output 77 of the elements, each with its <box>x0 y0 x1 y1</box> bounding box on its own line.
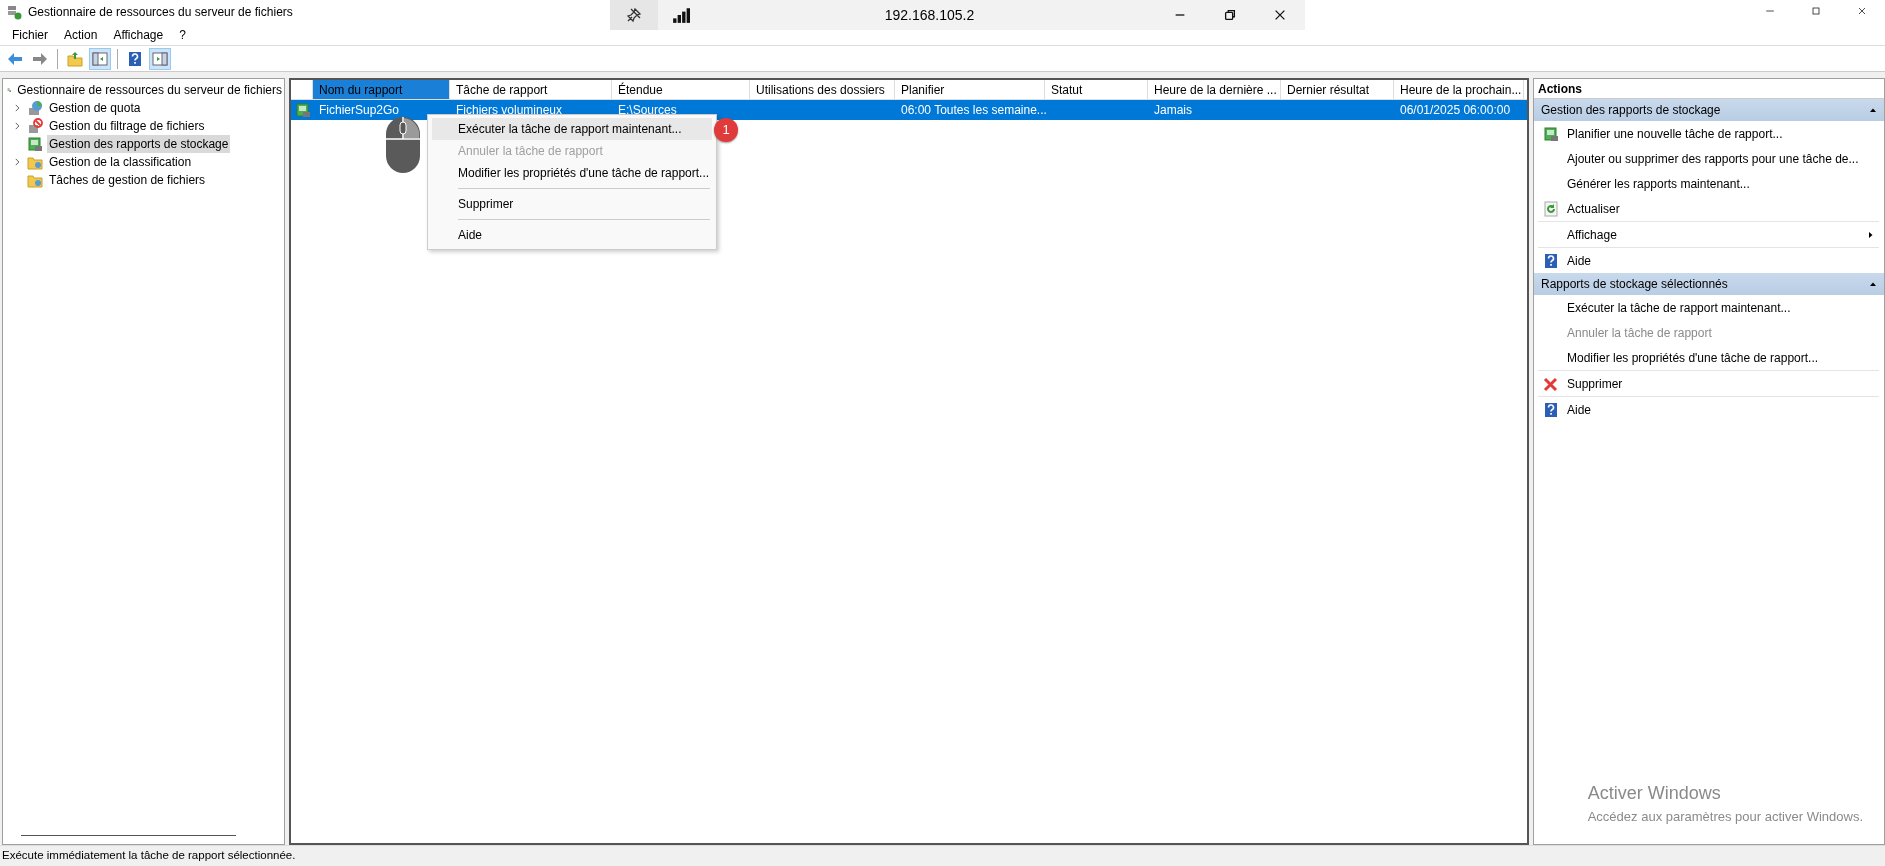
action-link[interactable]: Ajouter ou supprimer des rapports pour une tâche de... <box>1567 149 1879 168</box>
action-link[interactable]: Aide <box>1567 251 1879 270</box>
table-row[interactable]: FichierSup2Go Fichiers volumineux E:\Sources 06:00 Toutes les semaine... Jamais 06/01/2025 06:00:00 <box>291 100 1527 120</box>
action-link: Annuler la tâche de rapport <box>1567 324 1713 342</box>
section-header[interactable]: Rapports de stockage sélectionnés <box>1534 273 1884 295</box>
tree-item[interactable]: Tâches de gestion de fichiers <box>47 171 208 189</box>
chevron-right-icon <box>12 157 22 167</box>
pin-button[interactable] <box>610 0 658 30</box>
menu-item[interactable]: Exécuter la tâche de rapport maintenant... <box>432 118 712 140</box>
menu-item[interactable]: Action <box>56 25 106 44</box>
menu-item[interactable]: ? <box>171 25 194 44</box>
action-link[interactable]: Aide <box>1567 400 1879 419</box>
action-link[interactable]: Modifier les propriétés d'une tâche de rapport... <box>1567 348 1879 367</box>
report-icon <box>1543 125 1559 142</box>
folder-up-icon <box>67 50 83 67</box>
toolbar-button[interactable] <box>149 47 171 70</box>
help-icon <box>127 50 143 67</box>
report-icon <box>295 102 311 118</box>
action-link[interactable]: Générer les rapports maintenant... <box>1567 174 1879 193</box>
column-header[interactable]: Étendue <box>612 80 750 99</box>
menu-item[interactable]: Modifier les propriétés d'une tâche de rapport... <box>432 162 712 184</box>
action-link[interactable]: Supprimer <box>1567 374 1879 393</box>
activation-text: Accédez aux paramètres pour activer Windows. <box>1587 807 1863 826</box>
pane-icon <box>152 50 168 67</box>
mouse-icon <box>385 116 421 174</box>
forward-arrow-icon <box>32 50 48 67</box>
quota-pie-icon <box>27 100 43 116</box>
column-header[interactable]: Nom du rapport <box>313 80 450 99</box>
table-cell-text: Fichiers volumineux <box>456 102 563 119</box>
action-link[interactable]: Exécuter la tâche de rapport maintenant... <box>1567 298 1879 317</box>
refresh-icon <box>1543 200 1559 217</box>
column-header[interactable]: Dernier résultat <box>1281 80 1394 99</box>
table-cell-text: FichierSup2Go <box>319 102 400 119</box>
folder-icon <box>27 154 43 170</box>
menu-item: Annuler la tâche de rapport <box>457 143 604 160</box>
ip-address: 192.168.105.2 <box>883 5 976 25</box>
pane-icon <box>92 50 108 67</box>
column-header[interactable]: Statut <box>1045 80 1148 99</box>
tree-item[interactable]: Gestion de quota <box>47 99 143 117</box>
close-icon <box>1856 5 1868 17</box>
tree-item[interactable]: Gestion du filtrage de fichiers <box>47 117 207 135</box>
column-header[interactable]: Tâche de rapport <box>450 80 612 99</box>
column-header[interactable]: Utilisations des dossiers <box>750 80 895 99</box>
section-header[interactable]: Gestion des rapports de stockage <box>1534 99 1884 121</box>
tree-item[interactable]: Gestion des rapports de stockage <box>47 135 231 153</box>
table-cell-text: E:\Sources <box>618 102 677 119</box>
folder-icon <box>27 172 43 188</box>
window-title: Gestionnaire de ressources du serveur de fichiers <box>28 4 293 21</box>
tree-item[interactable]: Gestion de la classification <box>47 153 194 171</box>
column-header[interactable]: Heure de la dernière ... <box>1148 80 1281 99</box>
menu-item[interactable]: Affichage <box>105 25 172 44</box>
status-text: Exécute immédiatement la tâche de rapport sélectionnée. <box>2 848 296 864</box>
report-icon <box>27 136 43 152</box>
delete-icon <box>1543 375 1559 392</box>
column-header[interactable]: Heure de la prochain... <box>1394 80 1524 99</box>
menu-item[interactable]: Aide <box>432 224 712 246</box>
column-header[interactable]: Planifier <box>895 80 1045 99</box>
action-link[interactable]: Affichage <box>1567 225 1859 244</box>
table-cell-text: 06:00 Toutes les semaine... <box>901 102 1047 119</box>
blocked-server-icon <box>27 118 43 134</box>
maximize-icon <box>1810 5 1822 17</box>
tree-item[interactable]: Gestionnaire de ressources du serveur de fichiers <box>15 81 284 99</box>
table-cell-text: 06/01/2025 06:00:00 <box>1400 102 1511 119</box>
menu-item[interactable]: Supprimer <box>432 193 712 215</box>
server-icon <box>6 4 22 20</box>
table-cell-text: Jamais <box>1154 102 1192 119</box>
signal-bars-icon <box>670 6 692 24</box>
activation-title: Activer Windows <box>1587 781 1722 805</box>
action-link[interactable]: Actualiser <box>1567 199 1879 218</box>
menu-item[interactable]: Fichier <box>4 25 56 44</box>
help-icon <box>1543 252 1559 269</box>
help-icon <box>1543 401 1559 418</box>
restore-icon <box>1223 8 1237 22</box>
action-link[interactable]: Planifier une nouvelle tâche de rapport... <box>1567 124 1879 143</box>
close-icon <box>1273 8 1287 22</box>
pin-icon <box>626 7 642 23</box>
toolbar-button[interactable] <box>89 47 111 70</box>
